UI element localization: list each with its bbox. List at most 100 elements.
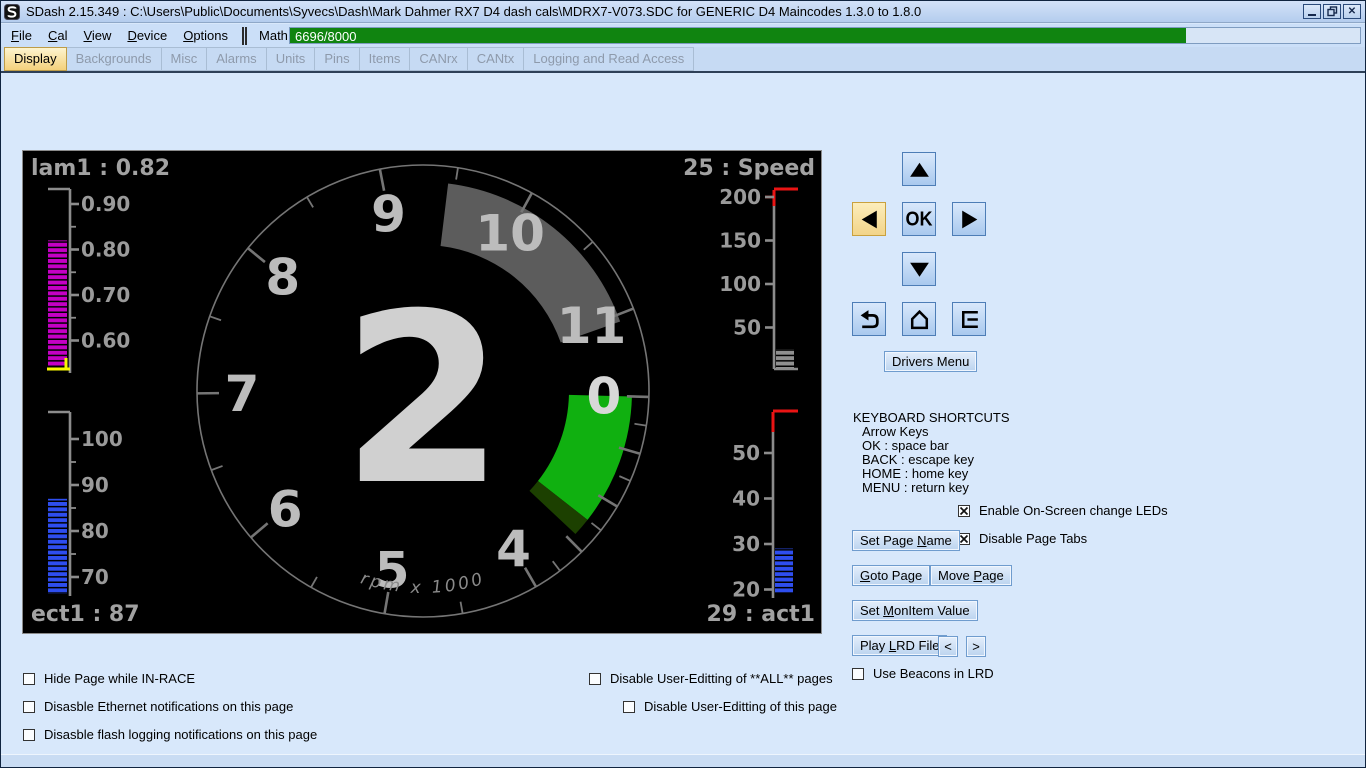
checkbox-label: Disasble Ethernet notifications on this … <box>44 699 293 714</box>
shortcut-line: HOME : home key <box>862 467 1010 481</box>
ok-label: OK <box>906 207 933 231</box>
menu-icon <box>957 307 982 332</box>
play-lrd-file-button[interactable]: Play LRD File <box>852 635 947 656</box>
menu-label-part: evice <box>137 28 167 43</box>
shortcut-line: MENU : return key <box>862 481 1010 495</box>
nav-left-button[interactable] <box>852 202 886 236</box>
tab-alarms[interactable]: Alarms <box>206 47 266 71</box>
menu-label-part: C <box>48 28 57 43</box>
checkbox-label: Disable Page Tabs <box>979 531 1087 546</box>
checkbox-use-beacons-lrd[interactable]: Use Beacons in LRD <box>852 666 994 681</box>
nav-right-button[interactable] <box>952 202 986 236</box>
tab-canrx[interactable]: CANrx <box>409 47 467 71</box>
svg-text:0.70: 0.70 <box>81 283 130 307</box>
minimize-button[interactable] <box>1303 4 1321 19</box>
dash-svg: 45678910110rpm x 100020.900.800.700.60la… <box>23 151 821 633</box>
svg-text:ect1 : 87: ect1 : 87 <box>31 602 140 627</box>
svg-text:0.80: 0.80 <box>81 237 130 261</box>
menu-options[interactable]: Options <box>177 26 234 45</box>
menu-view[interactable]: View <box>77 26 117 45</box>
nav-menu-button[interactable] <box>952 302 986 336</box>
nav-back-button[interactable] <box>852 302 886 336</box>
gauge-ect1: 100908070ect1 : 87 <box>31 412 140 627</box>
checkbox-hide-page-in-race[interactable]: Hide Page while IN-RACE <box>23 671 195 686</box>
tab-items[interactable]: Items <box>359 47 411 71</box>
checkbox-disable-flash-logging-notifications[interactable]: Disasble flash logging notifications on … <box>23 727 317 742</box>
checkbox-enable-onscreen-leds[interactable]: Enable On-Screen change LEDs <box>958 503 1168 518</box>
close-button[interactable]: ✕ <box>1343 4 1361 19</box>
button-label-part: M <box>883 603 894 618</box>
button-label-part: age <box>982 568 1004 583</box>
restore-button[interactable] <box>1323 4 1341 19</box>
tab-backgrounds[interactable]: Backgrounds <box>66 47 162 71</box>
tab-logging-read-access[interactable]: Logging and Read Access <box>523 47 694 71</box>
checkbox-box[interactable] <box>23 673 35 685</box>
nav-home-button[interactable] <box>902 302 936 336</box>
tab-cantx[interactable]: CANtx <box>467 47 525 71</box>
button-label-part: Play <box>860 638 889 653</box>
shortcut-line: Arrow Keys <box>862 425 1010 439</box>
svg-text:7: 7 <box>225 365 260 423</box>
checkbox-box[interactable] <box>852 668 864 680</box>
x-mark-icon <box>959 534 969 544</box>
move-page-button[interactable]: Move Page <box>930 565 1012 586</box>
set-monitem-value-button[interactable]: Set MonItem Value <box>852 600 978 621</box>
window-controls: ✕ <box>1303 4 1361 19</box>
menubar: File Cal View Device Options Math Ops 66… <box>1 24 1365 47</box>
arrow-up-icon <box>907 157 932 182</box>
tab-units[interactable]: Units <box>266 47 316 71</box>
nav-down-button[interactable] <box>902 252 936 286</box>
lrd-next-button[interactable]: > <box>966 636 986 657</box>
checkbox-box[interactable] <box>958 533 970 545</box>
dash-display-preview[interactable]: 45678910110rpm x 100020.900.800.700.60la… <box>23 151 821 633</box>
menu-label-part: V <box>83 28 91 43</box>
checkbox-disable-user-editing-all-pages[interactable]: Disable User-Editting of **ALL** pages <box>589 671 833 686</box>
svg-text:70: 70 <box>81 565 109 589</box>
svg-text:9: 9 <box>371 185 406 243</box>
menu-label-part: O <box>183 28 193 43</box>
progress-fill <box>290 28 1186 43</box>
lrd-prev-button[interactable]: < <box>938 636 958 657</box>
menu-label-part: F <box>11 28 19 43</box>
drivers-menu-button[interactable]: Drivers Menu <box>884 351 977 372</box>
tachometer-dial: 45678910110rpm x 10002 <box>197 165 649 617</box>
math-ops-progressbar: 6696/8000 <box>289 27 1361 44</box>
button-label: Drivers Menu <box>892 354 969 369</box>
nav-up-button[interactable] <box>902 152 936 186</box>
menu-label-part: ile <box>19 28 32 43</box>
button-label-part: onItem Value <box>894 603 970 618</box>
checkbox-disable-user-editing-this-page[interactable]: Disable User-Editting of this page <box>623 699 837 714</box>
checkbox-box[interactable] <box>623 701 635 713</box>
tab-misc[interactable]: Misc <box>161 47 208 71</box>
svg-text:50: 50 <box>732 441 760 465</box>
button-label-part: N <box>917 533 926 548</box>
checkbox-disable-ethernet-notifications[interactable]: Disasble Ethernet notifications on this … <box>23 699 293 714</box>
button-label-part: G <box>860 568 870 583</box>
tab-display[interactable]: Display <box>4 47 67 71</box>
minimize-icon <box>1308 14 1316 16</box>
svg-text:lam1 : 0.82: lam1 : 0.82 <box>31 156 170 181</box>
menu-cal[interactable]: Cal <box>42 26 74 45</box>
app-icon <box>4 4 20 20</box>
checkbox-box[interactable] <box>958 505 970 517</box>
svg-text:11: 11 <box>557 297 627 355</box>
titlebar[interactable]: SDash 2.15.349 : C:\Users\Public\Documen… <box>1 1 1365 23</box>
checkbox-label: Disasble flash logging notifications on … <box>44 727 317 742</box>
tab-pins[interactable]: Pins <box>314 47 359 71</box>
button-label-part: Move <box>938 568 973 583</box>
checkbox-box[interactable] <box>23 729 35 741</box>
menu-file[interactable]: File <box>5 26 38 45</box>
checkbox-label: Disable User-Editting of this page <box>644 699 837 714</box>
goto-page-button[interactable]: Goto Page <box>852 565 930 586</box>
checkbox-disable-page-tabs[interactable]: Disable Page Tabs <box>958 531 1087 546</box>
menu-separator <box>242 27 247 45</box>
gauge-act1: 5040302029 : act1 <box>707 411 815 627</box>
checkbox-box[interactable] <box>23 701 35 713</box>
nav-ok-button[interactable]: OK <box>902 202 936 236</box>
svg-text:90: 90 <box>81 473 109 497</box>
menu-device[interactable]: Device <box>121 26 173 45</box>
set-page-name-button[interactable]: Set Page Name <box>852 530 960 551</box>
svg-text:20: 20 <box>732 577 760 601</box>
button-label-part: P <box>973 568 982 583</box>
checkbox-box[interactable] <box>589 673 601 685</box>
